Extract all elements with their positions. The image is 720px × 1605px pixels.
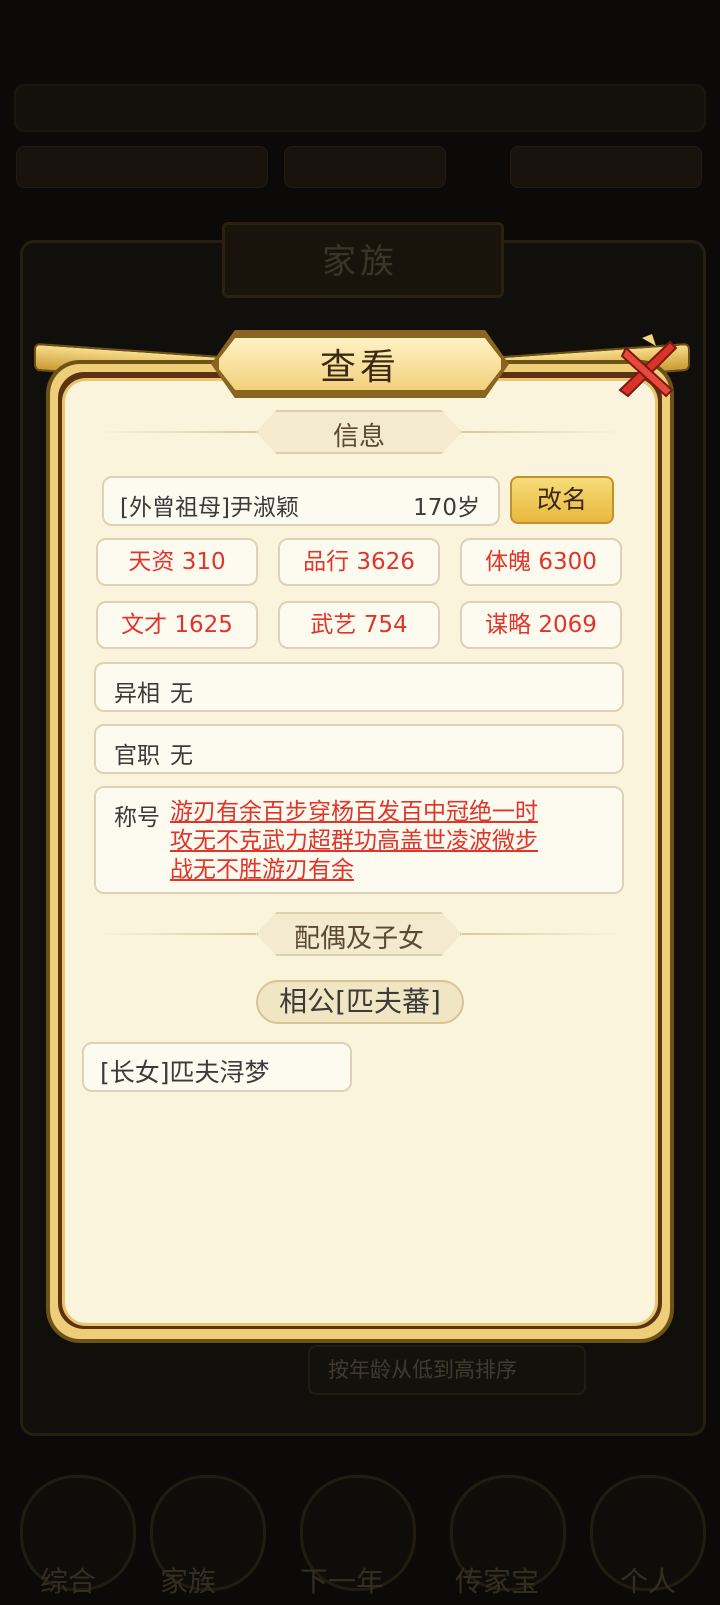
person-name: [外曾祖母]尹淑颖 [120,495,299,521]
child-button[interactable]: [长女]匹夫浔梦 [82,1042,352,1092]
child-name: [长女]匹夫浔梦 [100,1058,270,1087]
divider-line [96,431,256,433]
bg-nav-label: 下一年 [300,1565,385,1598]
yixiang-row: 异相 无 [94,662,624,712]
rename-button[interactable]: 改名 [510,476,614,524]
guanzhi-label: 官职 [114,743,160,769]
spouse-button[interactable]: 相公[匹夫蕃] [256,980,464,1024]
stat-tipo: 体魄 6300 [460,538,622,586]
dialog-title: 查看 [319,347,400,388]
bg-top-resource-bar [14,84,706,132]
guanzhi-value: 无 [170,743,193,769]
bg-dialog-title: 家族 [322,242,398,282]
info-section-title: 信息 [332,422,385,452]
stat-pinxing: 品行 3626 [278,538,440,586]
yixiang-value: 无 [170,681,193,707]
stat-wuyi: 武艺 754 [278,601,440,649]
bg-nav-label: 家族 [160,1565,217,1598]
bg-resource-chip [16,146,268,188]
divider-line [462,933,622,935]
bg-resource-chip [284,146,446,188]
stat-moulve: 谋略 2069 [460,601,622,649]
bg-nav-label: 传家宝 [455,1565,540,1598]
bg-nav-label: 综合 [40,1565,97,1598]
bg-sort-label: 按年龄从低到高排序 [328,1358,517,1382]
yixiang-label: 异相 [114,681,160,707]
family-section-title: 配偶及子女 [293,924,424,954]
name-box: [外曾祖母]尹淑颖 170岁 [102,476,500,526]
info-section-header: 信息 [96,410,622,454]
stat-tianzi: 天资 310 [96,538,258,586]
family-section-header: 配偶及子女 [96,912,622,956]
divider-line [462,431,622,433]
divider-line [96,933,256,935]
close-icon [618,334,678,398]
person-age: 170岁 [413,495,480,521]
bg-resource-chip [510,146,702,188]
bg-nav-label: 个人 [620,1565,677,1598]
close-button[interactable] [612,332,682,402]
chenghao-list: 游刃有余百步穿杨百发百中冠绝一时 攻无不克武力超群功高盖世凌波微步 战无不胜游刃… [170,798,590,885]
chenghao-row: 称号 游刃有余百步穿杨百发百中冠绝一时 攻无不克武力超群功高盖世凌波微步 战无不… [94,786,624,894]
chenghao-link[interactable]: 游刃有余百步穿杨百发百中冠绝一时 [170,798,590,827]
chenghao-label: 称号 [114,805,160,831]
chenghao-link[interactable]: 攻无不克武力超群功高盖世凌波微步 [170,827,590,856]
guanzhi-row: 官职 无 [94,724,624,774]
chenghao-link[interactable]: 战无不胜游刃有余 [170,856,590,885]
stat-wencai: 文才 1625 [96,601,258,649]
